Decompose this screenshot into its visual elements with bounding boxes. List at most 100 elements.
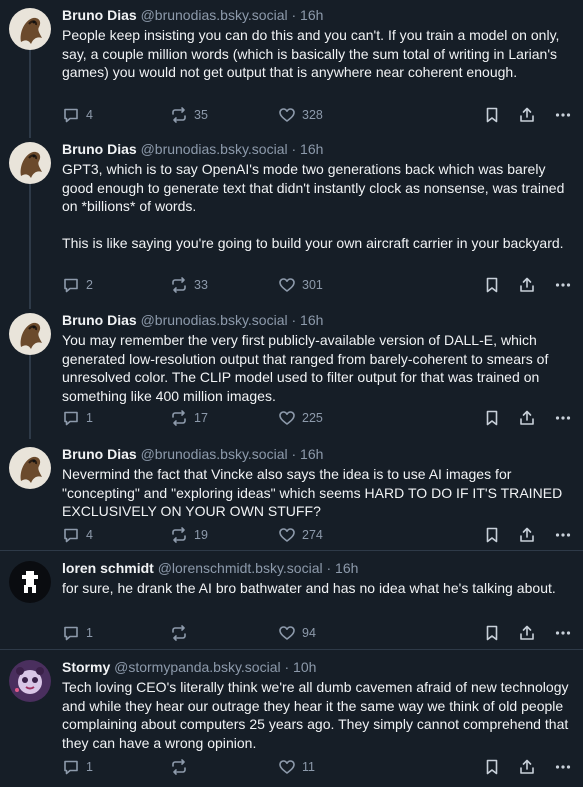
repost-button[interactable]: 33 [170, 275, 208, 295]
thread-line [29, 50, 31, 130]
share-button[interactable] [518, 275, 536, 295]
post-content: Bruno Dias @brunodias.bsky.social · 16h … [62, 6, 573, 82]
bookmark-icon [486, 527, 498, 543]
avatar[interactable] [9, 561, 51, 603]
repost-count: 17 [194, 411, 208, 425]
repost-arrows-icon [172, 527, 186, 543]
post-actions: 1 94 [62, 623, 573, 643]
post[interactable]: Bruno Dias @brunodias.bsky.social · 16h … [0, 304, 583, 439]
author-name[interactable]: Bruno Dias [62, 141, 137, 157]
speech-bubble-icon [64, 411, 78, 426]
like-button[interactable]: 225 [278, 408, 323, 428]
like-button[interactable]: 94 [278, 623, 316, 643]
reply-button[interactable]: 2 [62, 275, 93, 295]
repost-button[interactable]: 35 [170, 105, 208, 125]
post-actions: 1 17 225 [62, 408, 573, 428]
post-text: Nevermind the fact that Vincke also says… [62, 466, 567, 519]
post[interactable]: Stormy @stormypanda.bsky.social · 10h Te… [0, 652, 583, 787]
avatar[interactable] [9, 660, 51, 702]
more-options-button[interactable] [554, 408, 572, 428]
divider [0, 649, 583, 650]
post-time[interactable]: · 16h [326, 560, 358, 576]
author-name[interactable]: Bruno Dias [62, 312, 137, 328]
share-button[interactable] [518, 623, 536, 643]
more-options-button[interactable] [554, 623, 572, 643]
save-button[interactable] [483, 757, 501, 777]
divider [0, 550, 583, 551]
reply-button[interactable]: 4 [62, 525, 93, 545]
speech-bubble-icon [64, 528, 78, 543]
ellipsis-icon [555, 113, 571, 117]
more-options-button[interactable] [554, 525, 572, 545]
like-button[interactable]: 301 [278, 275, 323, 295]
post-header: Stormy @stormypanda.bsky.social · 10h [62, 658, 573, 676]
author-handle[interactable]: @brunodias.bsky.social [141, 141, 288, 157]
share-button[interactable] [518, 525, 536, 545]
save-button[interactable] [483, 105, 501, 125]
author-name[interactable]: Stormy [62, 659, 110, 675]
author-handle[interactable]: @stormypanda.bsky.social [114, 659, 280, 675]
author-handle[interactable]: @brunodias.bsky.social [141, 7, 288, 23]
repost-button[interactable]: 17 [170, 408, 208, 428]
post-actions: 4 35 328 [62, 105, 573, 125]
reply-count: 1 [86, 626, 93, 640]
post[interactable]: loren schmidt @lorenschmidt.bsky.social … [0, 553, 583, 649]
post-time[interactable]: · 10h [284, 659, 316, 675]
reply-button[interactable]: 1 [62, 757, 93, 777]
post-header: Bruno Dias @brunodias.bsky.social · 16h [62, 6, 573, 24]
like-button[interactable]: 328 [278, 105, 323, 125]
author-name[interactable]: Bruno Dias [62, 7, 137, 23]
author-handle[interactable]: @brunodias.bsky.social [141, 446, 288, 462]
ellipsis-icon [555, 631, 571, 635]
thread-line [29, 304, 31, 309]
avatar[interactable] [9, 142, 51, 184]
post-time[interactable]: · 16h [292, 312, 324, 328]
repost-button[interactable] [170, 757, 194, 777]
speech-bubble-icon [64, 626, 78, 641]
more-options-button[interactable] [554, 105, 572, 125]
author-handle[interactable]: @lorenschmidt.bsky.social [158, 560, 323, 576]
like-button[interactable]: 11 [278, 757, 315, 777]
avatar[interactable] [9, 313, 51, 355]
post[interactable]: Bruno Dias @brunodias.bsky.social · 16h … [0, 0, 583, 130]
post-content: Bruno Dias @brunodias.bsky.social · 16h … [62, 311, 573, 405]
share-icon [520, 625, 534, 640]
repost-button[interactable] [170, 623, 194, 643]
share-button[interactable] [518, 105, 536, 125]
author-name[interactable]: Bruno Dias [62, 446, 137, 462]
avatar[interactable] [9, 447, 51, 489]
save-button[interactable] [483, 275, 501, 295]
share-button[interactable] [518, 757, 536, 777]
post-time[interactable]: · 16h [292, 141, 324, 157]
save-button[interactable] [483, 623, 501, 643]
thread-line [29, 184, 31, 304]
like-count: 274 [302, 528, 323, 542]
ellipsis-icon [555, 283, 571, 287]
repost-button[interactable]: 19 [170, 525, 208, 545]
post-text: for sure, he drank the AI bro bathwater … [62, 580, 556, 596]
avatar[interactable] [9, 8, 51, 50]
more-options-button[interactable] [554, 275, 572, 295]
heart-icon [279, 626, 295, 640]
more-options-button[interactable] [554, 757, 572, 777]
post-actions: 1 11 [62, 757, 573, 777]
post-header: loren schmidt @lorenschmidt.bsky.social … [62, 559, 573, 577]
ellipsis-icon [555, 416, 571, 420]
save-button[interactable] [483, 525, 501, 545]
save-button[interactable] [483, 408, 501, 428]
reply-button[interactable]: 1 [62, 623, 93, 643]
post-time[interactable]: · 16h [292, 446, 324, 462]
reply-button[interactable]: 4 [62, 105, 93, 125]
post-text: GPT3, which is to say OpenAI's mode two … [62, 161, 565, 251]
reply-button[interactable]: 1 [62, 408, 93, 428]
post-time[interactable]: · 16h [292, 7, 324, 23]
author-name[interactable]: loren schmidt [62, 560, 154, 576]
share-button[interactable] [518, 408, 536, 428]
repost-arrows-icon [172, 410, 186, 426]
like-button[interactable]: 274 [278, 525, 323, 545]
bookmark-icon [486, 107, 498, 123]
author-handle[interactable]: @brunodias.bsky.social [141, 312, 288, 328]
repost-arrows-icon [172, 277, 186, 293]
post[interactable]: Bruno Dias @brunodias.bsky.social · 16h … [0, 439, 583, 550]
post[interactable]: Bruno Dias @brunodias.bsky.social · 16h … [0, 130, 583, 304]
